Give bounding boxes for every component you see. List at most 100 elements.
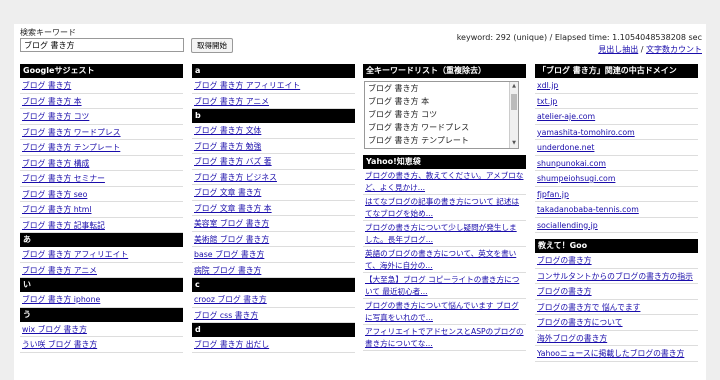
list-item: ブログ 書き方 勉強 xyxy=(192,139,355,154)
item-link[interactable]: ブログ 書き方 記事転記 xyxy=(22,221,105,230)
item-link[interactable]: 英語のブログの書き方について、英文を書いて、海外に自分の... xyxy=(365,249,516,270)
listbox-option[interactable]: ブログ 書き方 テンプレート xyxy=(365,134,518,147)
item-link[interactable]: ブログ 書き方 コツ xyxy=(22,112,89,121)
list-item: ブログ 書き方 ワードプレス xyxy=(20,125,183,140)
listbox-option[interactable]: ブログ 書き方 本 xyxy=(365,95,518,108)
item-link[interactable]: ブログの書き方、教えてください。アメブロなど、よく見かけ... xyxy=(365,171,523,192)
item-link[interactable]: ブログ 書き方 アフィリエイト xyxy=(22,250,128,259)
alpha-list-a: ブログ 書き方 アフィリエイト ブログ 書き方 アニメ xyxy=(192,78,355,109)
list-item: ブログ 書き方 ビジネス xyxy=(192,170,355,185)
item-link[interactable]: 美容室 ブログ 書き方 xyxy=(194,219,269,228)
item-link[interactable]: ブログ 書き方 seo xyxy=(22,190,87,199)
list-item: ブログ 書き方 記事転記 xyxy=(20,218,183,233)
section-header-u: う xyxy=(20,307,183,322)
item-link[interactable]: ブログ 書き方 アニメ xyxy=(22,266,97,275)
item-link[interactable]: ブログ 書き方 文体 xyxy=(194,126,261,135)
google-suggest-column: Googleサジェスト ブログ 書き方 ブログ 書き方 本ブログ 書き方 コツ ブロ… xyxy=(20,64,183,353)
item-link[interactable]: atelier-aje.com xyxy=(537,112,595,121)
item-link[interactable]: ブログ 文章 書き方 本 xyxy=(194,204,272,213)
item-link[interactable]: xdl.jp xyxy=(537,81,558,90)
item-link[interactable]: ブログ 書き方 構成 xyxy=(22,159,89,168)
item-link[interactable]: ブログ 書き方 ビジネス xyxy=(194,173,277,182)
list-item: ブログ 書き方 バズ 著 xyxy=(192,154,355,170)
item-link[interactable]: crooz ブログ 書き方 xyxy=(194,295,267,304)
item-link[interactable]: fjpfan.jp xyxy=(537,190,569,199)
list-item: yamashita-tomohiro.com xyxy=(535,125,698,140)
list-item: txt.jp xyxy=(535,94,698,109)
list-item: ブログ 文章 書き方 xyxy=(192,185,355,201)
list-item: 【大至急】ブログ コピーライトの書き方について 最近初心者... xyxy=(363,273,526,299)
alpha-list-d: ブログ 書き方 出だし xyxy=(192,337,355,353)
section-header-d: d xyxy=(192,323,355,337)
search-input[interactable] xyxy=(20,38,184,52)
item-link[interactable]: ブログの書き方について少し疑問が発生しました。長年ブログ... xyxy=(365,223,517,244)
char-count-link[interactable]: 文字数カウント xyxy=(646,45,702,54)
item-link[interactable]: ブログ 書き方 html xyxy=(22,205,92,214)
list-item: 英語のブログの書き方について、英文を書いて、海外に自分の... xyxy=(363,247,526,273)
keyword-listbox[interactable]: ブログ 書き方 ブログ 書き方 本ブログ 書き方 コツ ブログ 書き方 ワードプレス… xyxy=(364,81,519,149)
goo-list: ブログの書き方 コンサルタントからのブログの書き方の指示 ブログの書き方 ブログの書き… xyxy=(535,253,698,362)
fetch-start-button[interactable]: 取得開始 xyxy=(191,38,233,53)
oshiete-goo-header: 教えて！Goo xyxy=(535,239,698,253)
keyword-status: keyword: 292 (unique) / Elapsed time: 1.… xyxy=(456,33,702,42)
item-link[interactable]: 【大至急】ブログ コピーライトの書き方について 最近初心者... xyxy=(365,275,519,296)
item-link[interactable]: shumpeiohsugi.com xyxy=(537,174,615,183)
item-link[interactable]: コンサルタントからのブログの書き方の指示 xyxy=(537,272,693,281)
item-link[interactable]: アフィリエイトでアドセンスとASPのブログの書き方についてな... xyxy=(365,327,524,348)
heading-extract-link[interactable]: 見出し抽出 xyxy=(598,45,638,54)
item-link[interactable]: ブログ 書き方 本 xyxy=(22,97,82,106)
item-link[interactable]: ブログ 書き方 xyxy=(22,81,71,90)
item-link[interactable]: うい咲 ブログ 書き方 xyxy=(22,340,97,349)
item-link[interactable]: ブログの書き方について悩んでいます ブログに写真をいれので... xyxy=(365,301,519,322)
item-link[interactable]: ブログ 文章 書き方 xyxy=(194,188,261,197)
item-link[interactable]: ブログ 書き方 ワードプレス xyxy=(22,128,121,137)
item-link[interactable]: ブログの書き方 xyxy=(537,287,592,296)
yahoo-list: ブログの書き方、教えてください。アメブロなど、よく見かけ... はてなブログの記事… xyxy=(363,169,526,351)
item-link[interactable]: 海外ブログの書き方 xyxy=(537,334,607,343)
item-link[interactable]: base ブログ 書き方 xyxy=(194,250,264,259)
item-link[interactable]: yamashita-tomohiro.com xyxy=(537,128,635,137)
item-link[interactable]: takadanobaba-tennis.com xyxy=(537,205,639,214)
item-link[interactable]: sociallending.jp xyxy=(537,221,598,230)
list-item: ブログの書き方、教えてください。アメブロなど、よく見かけ... xyxy=(363,169,526,195)
item-link[interactable]: txt.jp xyxy=(537,97,557,106)
item-link[interactable]: shunpunokai.com xyxy=(537,159,606,168)
list-item: ブログ 書き方 テンプレート xyxy=(20,140,183,156)
scroll-thumb[interactable] xyxy=(511,94,517,110)
list-item: ブログ css 書き方 xyxy=(192,308,355,323)
item-link[interactable]: ブログの書き方 xyxy=(537,256,592,265)
item-link[interactable]: ブログ 書き方 勉強 xyxy=(194,142,261,151)
item-link[interactable]: ブログ 書き方 アフィリエイト xyxy=(194,81,300,90)
item-link[interactable]: 美術館 ブログ 書き方 xyxy=(194,235,269,244)
listbox-option[interactable]: ブログ 書き方 ワードプレス xyxy=(365,121,518,134)
item-link[interactable]: ブログの書き方について xyxy=(537,318,623,327)
keyword-list-column: 全キーワードリスト（重複除去） ブログ 書き方 ブログ 書き方 本ブログ 書き方 … xyxy=(363,64,526,351)
item-link[interactable]: ブログの書き方で 悩んでます xyxy=(537,303,640,312)
list-item: sociallending.jp xyxy=(535,218,698,233)
item-link[interactable]: ブログ css 書き方 xyxy=(194,311,258,320)
item-link[interactable]: underdone.net xyxy=(537,143,594,152)
item-link[interactable]: ブログ 書き方 バズ 著 xyxy=(194,157,272,166)
item-link[interactable]: ブログ 書き方 テンプレート xyxy=(22,143,120,152)
list-item: wix ブログ 書き方 xyxy=(20,322,183,337)
suggest-list-u: wix ブログ 書き方うい咲 ブログ 書き方 xyxy=(20,322,183,353)
list-item: ブログ 書き方 html xyxy=(20,202,183,218)
item-link[interactable]: ブログ 書き方 アニメ xyxy=(194,97,269,106)
list-item: ブログ 書き方 構成 xyxy=(20,156,183,171)
item-link[interactable]: ブログ 書き方 iphone xyxy=(22,295,100,304)
item-link[interactable]: ブログ 書き方 出だし xyxy=(194,340,269,349)
listbox-option[interactable]: ブログ 書き方 コツ xyxy=(365,108,518,121)
item-link[interactable]: wix ブログ 書き方 xyxy=(22,325,87,334)
scroll-up-icon[interactable]: ▲ xyxy=(510,82,518,91)
item-link[interactable]: はてなブログの記事の書き方について 記述はてなブログを始め... xyxy=(365,197,519,218)
item-link[interactable]: ブログ 書き方 セミナー xyxy=(22,174,105,183)
listbox-option[interactable]: ブログ 書き方 xyxy=(365,82,518,95)
list-item: ブログ 書き方 アニメ xyxy=(20,263,183,278)
list-item: ブログ 書き方 アフィリエイト xyxy=(20,247,183,263)
listbox-scrollbar[interactable]: ▲ ▼ xyxy=(509,82,518,148)
item-link[interactable]: Yahooニュースに掲載したブログの書き方 xyxy=(537,349,684,358)
alpha-list-c: crooz ブログ 書き方 ブログ css 書き方 xyxy=(192,292,355,323)
item-link[interactable]: 病院 ブログ 書き方 xyxy=(194,266,261,275)
status-links: 見出し抽出 / 文字数カウント xyxy=(598,44,702,55)
scroll-down-icon[interactable]: ▼ xyxy=(510,139,518,148)
